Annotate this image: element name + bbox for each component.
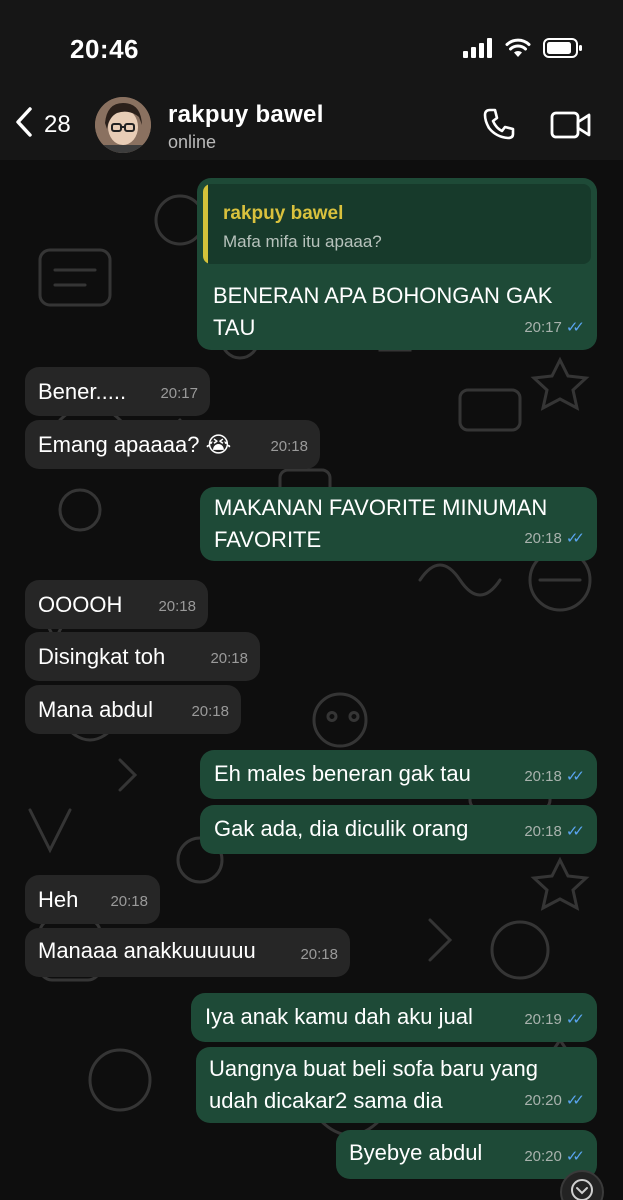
message-text: Emang apaaaa? 😭 [38,432,232,457]
double-check-icon: ✓✓ [565,319,585,336]
message-text: Byebye abdul [349,1140,483,1165]
double-check-icon: ✓✓ [565,823,585,840]
quoted-text: Mafa mifa itu apaaa? [223,232,382,251]
video-camera-icon[interactable] [550,111,592,144]
double-check-icon: ✓✓ [565,768,585,785]
quoted-sender: rakpuy bawel [223,203,344,224]
message-meta: 20:18 [158,591,196,623]
message-time: 20:18 [158,598,196,615]
message-bubble-outgoing[interactable]: Byebye abdul 20:20 ✓✓ [336,1130,597,1179]
double-check-icon: ✓✓ [565,1011,585,1028]
double-check-icon: ✓✓ [565,530,585,547]
message-time: 20:20 [524,1148,562,1165]
message-meta: 20:18 [300,939,338,971]
message-meta: 20:18 ✓✓ [524,816,585,848]
message-time: 20:18 [210,650,248,667]
message-text: Manaaa anakkuuuuuu [38,938,256,963]
message-time: 20:18 [524,768,562,785]
message-bubble-outgoing[interactable]: rakpuy bawel Mafa mifa itu apaaa? BENERA… [197,178,597,350]
message-time: 20:18 [270,438,308,455]
message-bubble-outgoing[interactable]: Iya anak kamu dah aku jual 20:19 ✓✓ [191,993,597,1042]
message-time: 20:17 [524,319,562,336]
avatar[interactable] [95,97,151,153]
status-time: 20:46 [70,34,139,64]
phone-icon[interactable] [482,107,516,146]
message-bubble-incoming[interactable]: Mana abdul 20:18 [25,685,241,734]
message-text: Gak ada, dia diculik orang [214,816,469,841]
message-meta: 20:18 ✓✓ [524,761,585,793]
message-meta: 20:18 ✓✓ [524,523,585,555]
contact-name[interactable]: rakpuy bawel [168,101,324,129]
message-time: 20:18 [300,946,338,963]
message-time: 20:18 [524,530,562,547]
double-check-icon: ✓✓ [565,1092,585,1109]
message-meta: 20:17 [160,378,198,410]
signal-icon [463,38,493,63]
message-text: Disingkat toh [38,644,166,669]
message-text: Heh [38,887,79,912]
message-time: 20:19 [524,1011,562,1028]
message-meta: 20:20 ✓✓ [524,1141,585,1173]
status-bar: 20:46 [0,0,623,95]
message-meta: 20:18 [191,696,229,728]
message-bubble-incoming[interactable]: Disingkat toh 20:18 [25,632,260,681]
message-meta: 20:18 [270,431,308,463]
message-text: Eh males beneran gak tau [214,761,471,786]
message-bubble-incoming[interactable]: Bener..... 20:17 [25,367,210,416]
message-time: 20:17 [160,385,198,402]
message-time: 20:20 [524,1092,562,1109]
message-text: OOOOH [38,592,123,617]
quoted-message[interactable]: rakpuy bawel Mafa mifa itu apaaa? [203,184,591,264]
message-text: BENERAN APA BOHONGAN GAK TAU [213,283,553,340]
message-meta: 20:17 ✓✓ [524,312,585,344]
chat-screen: 20:46 28 rakpuy bawel online rakpuy bawe… [0,0,623,1200]
message-bubble-incoming[interactable]: Emang apaaaa? 😭 20:18 [25,420,320,469]
double-check-icon: ✓✓ [565,1148,585,1165]
status-icons [463,38,583,63]
message-time: 20:18 [110,893,148,910]
message-meta: 20:18 [210,643,248,675]
message-meta: 20:18 [110,886,148,918]
message-time: 20:18 [524,823,562,840]
unread-count: 28 [44,110,71,138]
contact-status: online [168,132,217,152]
message-bubble-outgoing[interactable]: Uangnya buat beli sofa baru yang udah di… [196,1047,597,1123]
message-bubble-outgoing[interactable]: Eh males beneran gak tau 20:18 ✓✓ [200,750,597,799]
message-meta: 20:19 ✓✓ [524,1004,585,1036]
chat-header: 28 rakpuy bawel online [0,95,623,160]
message-bubble-outgoing[interactable]: MAKANAN FAVORITE MINUMAN FAVORITE 20:18 … [200,487,597,561]
chevron-left-icon [12,105,36,144]
message-time: 20:18 [191,703,229,720]
message-bubble-incoming[interactable]: OOOOH 20:18 [25,580,208,629]
wifi-icon [505,38,531,63]
quote-accent-bar [203,184,208,264]
message-text: Bener..... [38,379,127,404]
message-text: Iya anak kamu dah aku jual [205,1004,473,1029]
message-text: Mana abdul [38,697,153,722]
message-meta: 20:20 ✓✓ [524,1085,585,1117]
message-bubble-outgoing[interactable]: Gak ada, dia diculik orang 20:18 ✓✓ [200,805,597,854]
back-button[interactable]: 28 [12,105,71,144]
message-bubble-incoming[interactable]: Heh 20:18 [25,875,160,924]
battery-icon [543,38,583,63]
message-bubble-incoming[interactable]: Manaaa anakkuuuuuu 20:18 [25,928,350,977]
